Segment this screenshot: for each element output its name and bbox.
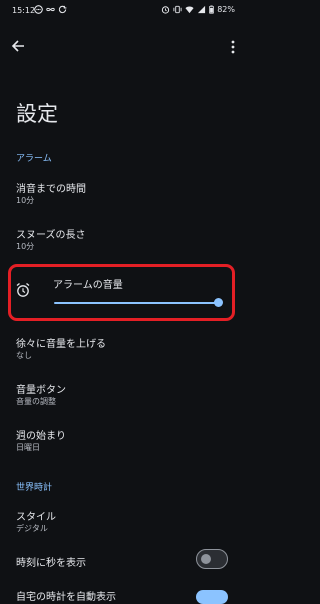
status-bar: 15:12 82%	[0, 0, 245, 22]
setting-value: 日曜日	[16, 443, 40, 452]
show-seconds-toggle[interactable]	[196, 549, 228, 569]
alarm-clock-icon	[16, 282, 30, 297]
alarm-volume-slider-thumb[interactable]	[214, 298, 223, 307]
status-time: 15:12	[12, 6, 36, 15]
highlight-annotation	[8, 264, 235, 321]
setting-title: 消音までの時間	[16, 184, 86, 195]
sync-icon	[58, 5, 67, 14]
battery-percent: 82%	[217, 5, 235, 14]
alarm-volume-label: アラームの音量	[53, 280, 123, 291]
setting-title: 徐々に音量を上げる	[16, 339, 106, 350]
setting-value: 10分	[16, 242, 35, 251]
status-left-icons	[34, 5, 67, 14]
alarm-volume-slider-track[interactable]	[54, 302, 220, 304]
vibrate-icon	[173, 5, 182, 14]
wifi-icon	[185, 6, 194, 14]
setting-value: デジタル	[16, 524, 48, 533]
signal-icon	[198, 5, 206, 14]
back-arrow-icon[interactable]	[10, 38, 26, 54]
setting-title: スタイル	[16, 512, 56, 523]
setting-title: 週の始まり	[16, 431, 66, 442]
toggle-knob	[201, 553, 211, 564]
setting-value: 10分	[16, 196, 35, 205]
status-right-icons: 82%	[161, 5, 235, 14]
setting-value: 音量の調整	[16, 397, 56, 406]
alarm-icon	[162, 6, 170, 14]
section-header-world-clock: 世界時計	[16, 483, 53, 493]
infinity-icon	[46, 7, 55, 12]
setting-title: スヌーズの長さ	[16, 230, 86, 241]
setting-title: 音量ボタン	[16, 385, 66, 396]
setting-value: なし	[16, 351, 32, 360]
setting-auto-home-clock-label: 自宅の時計を自動表示	[16, 592, 116, 603]
message-icon	[34, 5, 43, 14]
setting-show-seconds-label: 時刻に秒を表示	[16, 558, 86, 569]
section-header-alarm: アラーム	[16, 154, 52, 164]
page-title: 設定	[16, 102, 58, 126]
battery-icon	[209, 5, 215, 14]
more-vert-icon[interactable]	[229, 39, 237, 55]
auto-home-clock-toggle[interactable]	[196, 590, 228, 604]
